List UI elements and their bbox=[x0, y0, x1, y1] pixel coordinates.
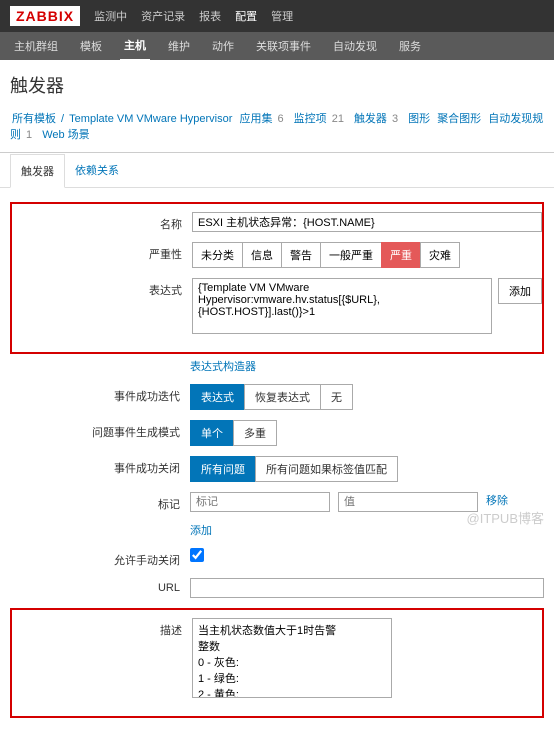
okclose-所有问题[interactable]: 所有问题 bbox=[190, 456, 256, 482]
page-title: 触发器 bbox=[0, 60, 554, 106]
highlight-box-1: 名称 严重性 未分类信息警告一般严重严重灾难 表达式 添加 bbox=[10, 202, 544, 354]
tab-依赖关系[interactable]: 依赖关系 bbox=[65, 154, 129, 187]
expression-builder-link[interactable]: 表达式构造器 bbox=[190, 358, 256, 374]
problem-mode-label: 问题事件生成模式 bbox=[10, 420, 190, 440]
severity-警告[interactable]: 警告 bbox=[281, 242, 321, 268]
crumb-聚合图形[interactable]: 聚合图形 bbox=[437, 113, 481, 125]
crumb-触发器[interactable]: 触发器 bbox=[354, 113, 387, 125]
subnav-服务[interactable]: 服务 bbox=[395, 32, 425, 60]
name-input[interactable] bbox=[192, 212, 542, 232]
topnav-监测中[interactable]: 监测中 bbox=[94, 11, 127, 23]
problem-mode-segment: 单个多重 bbox=[190, 420, 277, 446]
crumb-Web 场景[interactable]: Web 场景 bbox=[42, 129, 89, 141]
crumb-图形[interactable]: 图形 bbox=[408, 113, 430, 125]
ok-event-gen-label: 事件成功迭代 bbox=[10, 384, 190, 404]
tag-name-input[interactable] bbox=[190, 492, 330, 512]
highlight-box-2: 描述 bbox=[10, 608, 544, 718]
okgen-恢复表达式[interactable]: 恢复表达式 bbox=[244, 384, 321, 410]
severity-信息[interactable]: 信息 bbox=[242, 242, 282, 268]
subnav-主机[interactable]: 主机 bbox=[120, 31, 150, 62]
top-bar: ZABBIX 监测中 资产记录 报表 配置 管理 bbox=[0, 0, 554, 32]
watermark: @ITPUB博客 bbox=[467, 508, 544, 527]
severity-一般严重[interactable]: 一般严重 bbox=[320, 242, 382, 268]
subnav-关联项事件[interactable]: 关联项事件 bbox=[252, 32, 315, 60]
expression-label: 表达式 bbox=[12, 278, 192, 298]
subnav-维护[interactable]: 维护 bbox=[164, 32, 194, 60]
form: 名称 严重性 未分类信息警告一般严重严重灾难 表达式 添加 表达式构造器 事件成… bbox=[0, 188, 554, 736]
severity-灾难[interactable]: 灾难 bbox=[420, 242, 460, 268]
severity-label: 严重性 bbox=[12, 242, 192, 262]
name-label: 名称 bbox=[12, 212, 192, 232]
subnav-模板[interactable]: 模板 bbox=[76, 32, 106, 60]
expression-textarea[interactable] bbox=[192, 278, 492, 334]
topnav-配置[interactable]: 配置 bbox=[235, 11, 257, 23]
crumb-all-templates[interactable]: 所有模板 bbox=[12, 113, 56, 125]
sub-nav: 主机群组模板主机维护动作关联项事件自动发现服务 bbox=[0, 32, 554, 60]
severity-严重[interactable]: 严重 bbox=[381, 242, 421, 268]
description-label: 描述 bbox=[12, 618, 192, 638]
subnav-自动发现[interactable]: 自动发现 bbox=[329, 32, 381, 60]
breadcrumb: 所有模板 / Template VM VMware Hypervisor 应用集… bbox=[0, 106, 554, 153]
subnav-主机群组[interactable]: 主机群组 bbox=[10, 32, 62, 60]
ok-close-label: 事件成功关闭 bbox=[10, 456, 190, 476]
probmode-单个[interactable]: 单个 bbox=[190, 420, 234, 446]
tag-remove-link[interactable]: 移除 bbox=[486, 492, 508, 508]
severity-未分类[interactable]: 未分类 bbox=[192, 242, 243, 268]
url-input[interactable] bbox=[190, 578, 544, 598]
tabs: 触发器依赖关系 bbox=[0, 154, 554, 188]
description-textarea[interactable] bbox=[192, 618, 392, 698]
crumb-监控项[interactable]: 监控项 bbox=[294, 113, 327, 125]
expression-add-button[interactable]: 添加 bbox=[498, 278, 542, 304]
topnav-资产记录[interactable]: 资产记录 bbox=[141, 11, 185, 23]
tag-value-input[interactable] bbox=[338, 492, 478, 512]
tab-触发器[interactable]: 触发器 bbox=[10, 154, 65, 188]
logo: ZABBIX bbox=[10, 6, 80, 26]
crumb-template[interactable]: Template VM VMware Hypervisor bbox=[69, 113, 232, 125]
url-label: URL bbox=[10, 578, 190, 594]
tags-label: 标记 bbox=[10, 492, 190, 512]
tag-add-link[interactable]: 添加 bbox=[190, 522, 212, 538]
probmode-多重[interactable]: 多重 bbox=[233, 420, 277, 446]
topnav-报表[interactable]: 报表 bbox=[199, 11, 221, 23]
subnav-动作[interactable]: 动作 bbox=[208, 32, 238, 60]
ok-event-gen-segment: 表达式恢复表达式无 bbox=[190, 384, 353, 410]
manual-close-checkbox[interactable] bbox=[190, 548, 204, 562]
okgen-表达式[interactable]: 表达式 bbox=[190, 384, 245, 410]
crumb-应用集[interactable]: 应用集 bbox=[239, 113, 272, 125]
okgen-无[interactable]: 无 bbox=[320, 384, 353, 410]
okclose-所有问题如果标签值匹配[interactable]: 所有问题如果标签值匹配 bbox=[255, 456, 398, 482]
topnav-管理[interactable]: 管理 bbox=[271, 11, 293, 23]
top-nav: 监测中 资产记录 报表 配置 管理 bbox=[94, 8, 307, 24]
manual-close-label: 允许手动关闭 bbox=[10, 548, 190, 568]
ok-close-segment: 所有问题所有问题如果标签值匹配 bbox=[190, 456, 398, 482]
